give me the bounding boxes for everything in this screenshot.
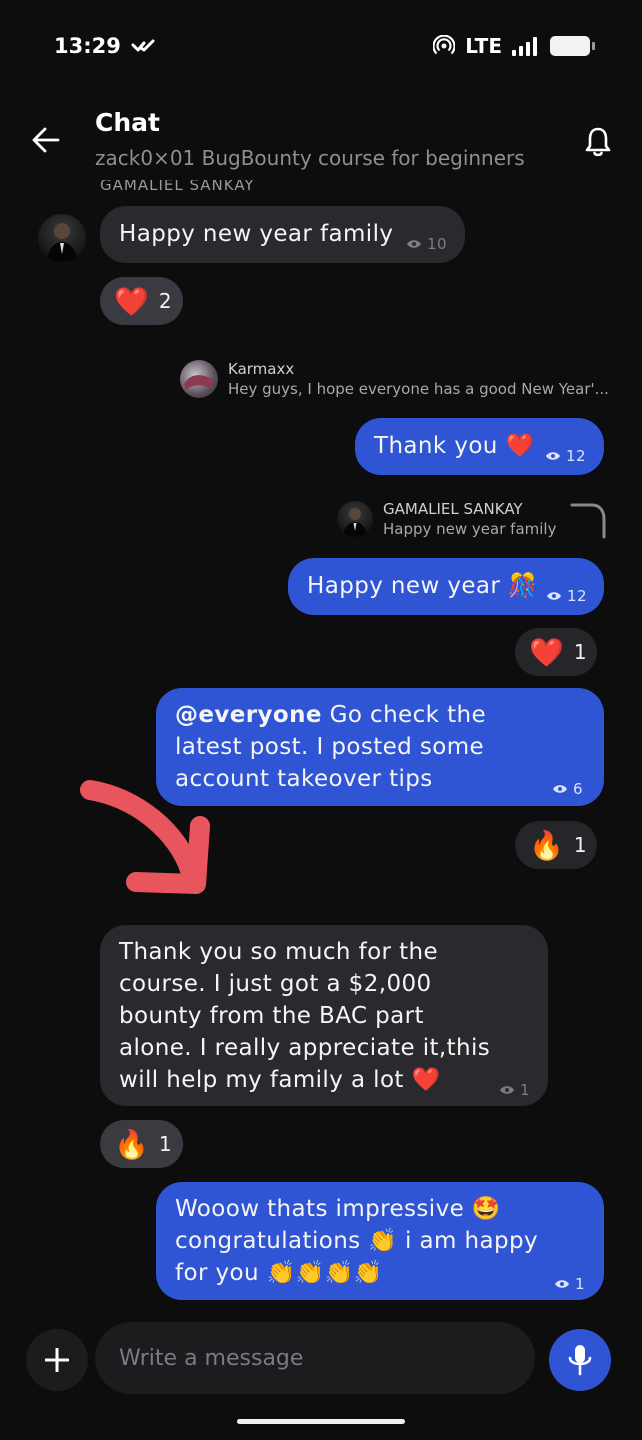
reaction-badge[interactable]: 🔥 1 [515, 821, 597, 869]
status-time: 13:29 [54, 34, 121, 58]
message-text: Thank you ❤️ [374, 433, 535, 459]
channel-name: zack0×01 BugBounty course for beginners [95, 146, 525, 170]
home-indicator[interactable] [237, 1419, 405, 1424]
back-arrow-icon [32, 127, 60, 153]
view-count: 6 [552, 773, 583, 805]
annotation-arrow [80, 780, 210, 894]
reaction-count: 1 [158, 1132, 172, 1156]
view-count-value: 12 [566, 447, 586, 465]
reply-author: GAMALIEL SANKAY [383, 500, 523, 518]
eye-icon [553, 785, 567, 793]
avatar-image [343, 508, 367, 537]
eye-icon [407, 240, 421, 248]
view-count: 12 [546, 580, 587, 612]
avatar[interactable] [38, 214, 86, 262]
avatar-image [47, 223, 77, 262]
page-title: Chat [95, 108, 160, 137]
status-bar: 13:29 LTE [0, 0, 642, 92]
reaction-badge[interactable]: ❤️ 2 [100, 277, 183, 325]
avatar [337, 501, 373, 537]
battery-icon [550, 36, 595, 56]
avatar-image [184, 375, 214, 390]
message-text: Happy new year family [119, 221, 394, 247]
reply-preview[interactable]: Karmaxx Hey guys, I hope everyone has a … [180, 360, 609, 398]
view-count-value: 12 [567, 587, 587, 605]
mic-icon [568, 1345, 592, 1376]
view-count: 10 [406, 228, 447, 260]
view-count-value: 1 [520, 1081, 530, 1099]
fire-emoji: 🔥 [529, 828, 564, 862]
message-bubble[interactable]: @everyone Go check the latest post. I po… [156, 688, 604, 806]
reaction-badge[interactable]: 🔥 1 [100, 1120, 183, 1168]
message-list[interactable]: GAMALIEL SANKAY Happy new year family 10… [0, 180, 642, 1320]
back-button[interactable] [26, 120, 66, 160]
fire-emoji: 🔥 [114, 1127, 149, 1161]
message-bubble[interactable]: Happy new year 🎊 12 [288, 558, 604, 615]
view-count: 12 [545, 440, 586, 472]
reply-message: Happy new year family [383, 520, 557, 538]
eye-icon [546, 452, 560, 460]
reply-preview[interactable]: GAMALIEL SANKAY Happy new year family [337, 500, 556, 538]
avatar [180, 360, 218, 398]
eye-icon [500, 1086, 514, 1094]
bell-icon [585, 127, 611, 157]
status-right: LTE [433, 34, 595, 58]
reaction-count: 1 [573, 640, 587, 664]
reaction-count: 1 [573, 833, 587, 857]
eye-icon [555, 1280, 569, 1288]
reply-message: Hey guys, I hope everyone has a good New… [228, 380, 609, 398]
message-text: Wooow thats impressive 🤩 congratulations… [175, 1196, 539, 1286]
message-composer [0, 1320, 642, 1400]
heart-emoji: ❤️ [529, 635, 564, 669]
reply-author: Karmaxx [228, 360, 295, 378]
message-bubble[interactable]: Thank you ❤️ 12 [355, 418, 604, 475]
message-bubble[interactable]: Wooow thats impressive 🤩 congratulations… [156, 1182, 604, 1300]
message-text: Happy new year 🎊 [307, 573, 538, 599]
vpn-icon [131, 39, 155, 52]
view-count-value: 10 [427, 235, 447, 253]
view-count: 1 [499, 1074, 530, 1106]
notifications-button[interactable] [578, 122, 618, 162]
network-label: LTE [465, 34, 502, 58]
message-bubble[interactable]: Happy new year family 10 [100, 206, 465, 263]
hotspot-icon [433, 35, 456, 55]
message-text: Thank you so much for the course. I just… [119, 939, 491, 1093]
swipe-reply-indicator [570, 503, 606, 539]
reply-text: Karmaxx Hey guys, I hope everyone has a … [228, 360, 609, 398]
message-text: @everyone Go check the latest post. I po… [175, 699, 505, 795]
eye-icon [547, 592, 561, 600]
sender-name: GAMALIEL SANKAY [100, 180, 255, 194]
voice-message-button[interactable] [549, 1329, 611, 1391]
signal-icon [512, 37, 537, 56]
status-left: 13:29 [54, 34, 157, 58]
heart-emoji: ❤️ [114, 284, 149, 318]
mention-everyone[interactable]: @everyone [175, 702, 322, 728]
plus-icon [45, 1348, 69, 1372]
view-count-value: 6 [573, 780, 583, 798]
chat-header: Chat zack0×01 BugBounty course for begin… [0, 100, 642, 180]
view-count: 1 [554, 1268, 585, 1300]
reaction-count: 2 [158, 289, 172, 313]
view-count-value: 1 [575, 1275, 585, 1293]
reaction-badge[interactable]: ❤️ 1 [515, 628, 597, 676]
reply-text: GAMALIEL SANKAY Happy new year family [383, 500, 556, 538]
message-bubble[interactable]: Thank you so much for the course. I just… [100, 925, 548, 1106]
attach-button[interactable] [26, 1329, 88, 1391]
message-input[interactable] [95, 1322, 535, 1394]
